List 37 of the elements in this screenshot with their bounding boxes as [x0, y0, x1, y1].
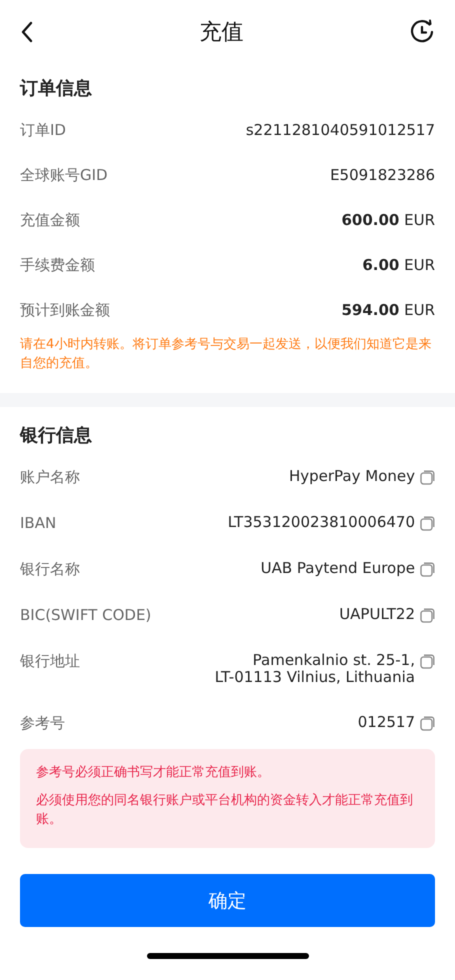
field-label: 充值金额 [20, 211, 80, 229]
copy-icon[interactable] [420, 608, 435, 623]
copy-icon[interactable] [420, 516, 435, 531]
field-value: LT353120023810006470 [228, 514, 415, 531]
field-value: s2211281040591012517 [246, 121, 435, 139]
page-title: 充值 [200, 19, 244, 47]
field-label: 订单ID [20, 121, 66, 139]
field-label: 预计到账金额 [20, 301, 110, 319]
section-title: 订单信息 [20, 77, 93, 101]
field-value: Pamenkalnio st. 25-1, LT-01113 Vilnius, Lithuania [214, 652, 415, 686]
field-value: 600.00 EUR [341, 211, 435, 229]
field-value: 594.00 EUR [341, 301, 435, 319]
field-label: 参考号 [20, 714, 65, 732]
back-icon[interactable] [20, 21, 34, 43]
confirm-button[interactable]: 确定 [20, 874, 435, 927]
field-value: E5091823286 [330, 166, 435, 184]
history-icon[interactable] [409, 19, 435, 45]
field-value: HyperPay Money [288, 468, 415, 485]
section-title: 银行信息 [20, 424, 93, 448]
warning-text: 必须使用您的同名银行账户或平台机构的资金转入才能正常充值到账。 [36, 792, 414, 829]
field-value: UAPULT22 [339, 606, 415, 623]
copy-icon[interactable] [420, 716, 435, 731]
field-value: 6.00 EUR [362, 256, 435, 274]
copy-icon[interactable] [420, 654, 435, 669]
copy-icon[interactable] [420, 562, 435, 577]
field-label: BIC(SWIFT CODE) [20, 606, 152, 624]
field-label: 手续费金额 [20, 256, 95, 274]
field-label: 银行名称 [20, 560, 80, 578]
field-value: 012517 [358, 714, 415, 731]
copy-icon[interactable] [420, 470, 435, 485]
warning-text: 参考号必须正确书写才能正常充值到账。 [36, 764, 271, 782]
field-label: IBAN [20, 514, 56, 532]
field-label: 全球账号GID [20, 166, 108, 184]
notice-text: 请在4小时内转账。将订单参考号与交易一起发送，以便我们知道它是来自您的充值。 [20, 336, 432, 373]
field-label: 账户名称 [20, 468, 80, 486]
field-label: 银行地址 [20, 652, 80, 670]
field-value: UAB Paytend Europe [260, 560, 415, 577]
